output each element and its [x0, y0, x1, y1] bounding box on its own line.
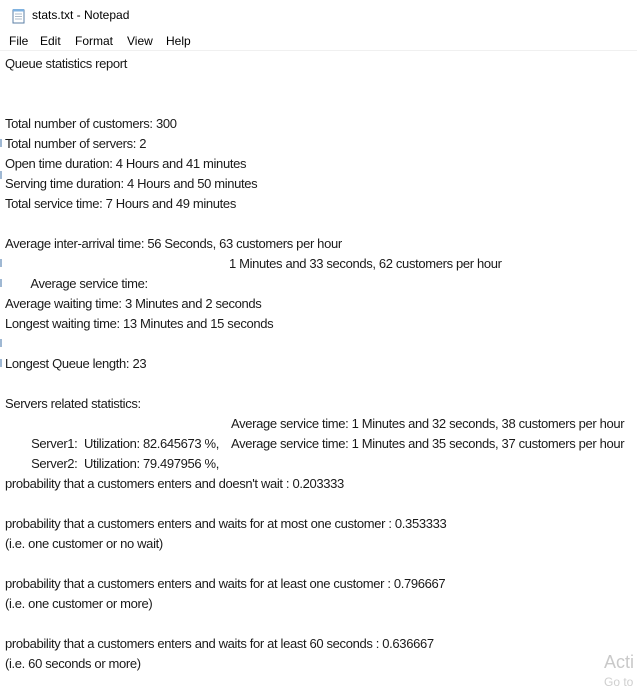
left-edge-marks: [0, 109, 3, 686]
menu-file[interactable]: File: [9, 34, 28, 48]
text-line: Servers related statistics:: [5, 396, 141, 411]
text-line: Average service time: 1 Minutes and 33 s…: [5, 254, 625, 291]
text-line: probability that a customers enters and …: [5, 576, 446, 591]
activation-watermark-sub: Go to: [604, 675, 634, 686]
menu-format[interactable]: Format: [75, 34, 113, 48]
notepad-window: stats.txt - Notepad File Edit Format Vie…: [0, 0, 637, 686]
text-line: Server1: Utilization: 82.645673 %, Avera…: [5, 414, 630, 451]
menu-bar: File Edit Format View Help: [0, 31, 637, 51]
text-line: probability that a customers enters and …: [5, 516, 447, 531]
text-line: (i.e. one customer or no wait): [5, 536, 163, 551]
text-line: probability that a customers enters and …: [5, 636, 434, 651]
menu-view[interactable]: View: [127, 34, 153, 48]
text-segment: Average service time:: [30, 276, 148, 291]
text-editor[interactable]: Queue statistics report Total number of …: [0, 51, 637, 686]
window-title: stats.txt - Notepad: [32, 8, 130, 22]
text-line: Total number of customers: 300: [5, 116, 177, 131]
text-segment: 1 Minutes and 33 seconds, 62 customers p…: [229, 256, 502, 271]
text-line: (i.e. 60 seconds or more): [5, 656, 141, 671]
text-line: Average waiting time: 3 Minutes and 2 se…: [5, 296, 262, 311]
text-segment: Average service time: 1 Minutes and 32 s…: [231, 416, 625, 431]
menu-help[interactable]: Help: [166, 34, 191, 48]
text-segment: Server2: Utilization: 79.497956 %,: [31, 456, 220, 471]
text-line: probability that a customers enters and …: [5, 476, 344, 491]
text-line: Serving time duration: 4 Hours and 50 mi…: [5, 176, 258, 191]
notepad-icon: [12, 8, 26, 24]
text-line: Total service time: 7 Hours and 49 minut…: [5, 196, 236, 211]
text-line: Open time duration: 4 Hours and 41 minut…: [5, 156, 247, 171]
menu-edit[interactable]: Edit: [40, 34, 61, 48]
text-line: (i.e. one customer or more): [5, 596, 153, 611]
text-segment: Average service time: 1 Minutes and 35 s…: [231, 436, 625, 451]
text-line: Queue statistics report: [5, 56, 128, 71]
text-line: Longest Queue length: 23: [5, 356, 147, 371]
text-line: Average inter-arrival time: 56 Seconds, …: [5, 236, 342, 251]
document-text[interactable]: Queue statistics report Total number of …: [5, 54, 635, 684]
text-line: Total number of servers: 2: [5, 136, 147, 151]
title-bar[interactable]: stats.txt - Notepad: [0, 0, 637, 30]
text-line: Server2: Utilization: 79.497956 %, Avera…: [5, 434, 630, 471]
activation-watermark: Acti: [604, 652, 635, 672]
text-line: Longest waiting time: 13 Minutes and 15 …: [5, 316, 274, 331]
